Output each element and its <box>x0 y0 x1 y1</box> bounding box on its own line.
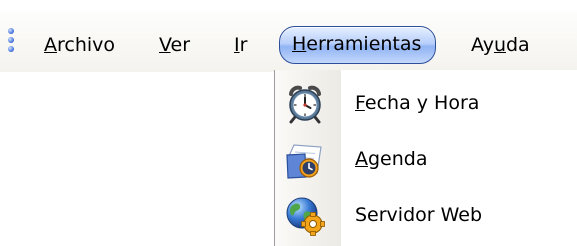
menu-ver[interactable]: Ver <box>159 30 190 60</box>
herramientas-dropdown: Fecha y Hora Agenda Servidor Web <box>274 70 577 246</box>
menu-ir[interactable]: Ir <box>234 30 247 60</box>
agenda-clock-icon <box>285 140 325 180</box>
menu-herramientas[interactable]: Herramientas <box>279 26 437 64</box>
menu-archivo[interactable]: Archivo <box>44 30 115 60</box>
globe-gear-icon <box>285 196 325 236</box>
menu-item-servidor-web[interactable]: Servidor Web <box>275 188 577 242</box>
menu-ayuda[interactable]: Ayuda <box>471 30 530 60</box>
menu-item-agenda[interactable]: Agenda <box>275 132 577 186</box>
menu-item-fecha-y-hora[interactable]: Fecha y Hora <box>275 76 577 130</box>
alarm-clock-icon <box>285 84 325 124</box>
menu-bar: Archivo Ver Ir Herramientas Ayuda <box>0 12 577 72</box>
grip-dots-icon[interactable] <box>6 28 16 58</box>
